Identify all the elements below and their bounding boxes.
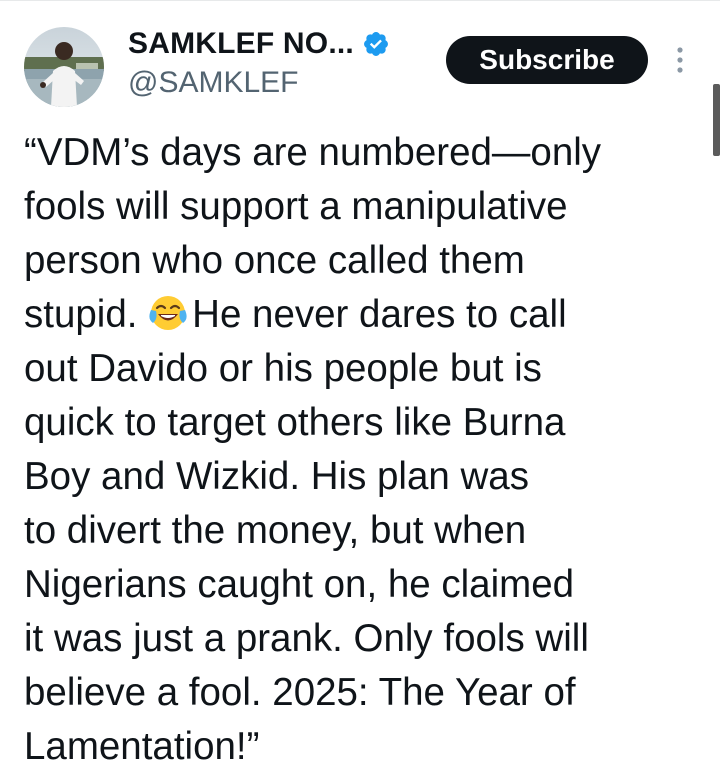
display-name[interactable]: SAMKLEF NO... bbox=[128, 27, 354, 61]
tweet-line: it was just a prank. Only fools will bbox=[24, 617, 589, 660]
tweet-line-with-emoji: stupid. He never dares to call bbox=[24, 288, 694, 342]
tweet-line: believe a fool. 2025: The Year of bbox=[24, 671, 576, 714]
handle[interactable]: @SAMKLEF bbox=[128, 66, 390, 100]
tweet-line: Lamentation!” bbox=[24, 725, 260, 768]
avatar[interactable] bbox=[24, 27, 104, 107]
tweet-line: to divert the money, but when bbox=[24, 509, 527, 552]
tweet-line-segment: stupid. bbox=[24, 293, 138, 336]
tweet-line: fools will support a manipulative bbox=[24, 185, 568, 228]
more-options-icon[interactable] bbox=[670, 44, 690, 76]
tweet-header: SAMKLEF NO... @SAMKLEF Subscribe bbox=[0, 0, 720, 120]
tweet-line: “VDM’s days are numbered—only bbox=[24, 131, 602, 174]
tweet-line-segment: He never dares to call bbox=[192, 293, 567, 336]
tweet-line: quick to target others like Burna bbox=[24, 401, 566, 444]
scrollbar-thumb[interactable] bbox=[713, 84, 720, 156]
verified-badge-icon bbox=[362, 30, 390, 58]
subscribe-button[interactable]: Subscribe bbox=[446, 36, 648, 84]
tweet-text: “VDM’s days are numbered—only fools will… bbox=[24, 126, 694, 774]
tweet-line: Nigerians caught on, he claimed bbox=[24, 563, 575, 606]
tweet-line: Boy and Wizkid. His plan was bbox=[24, 455, 529, 498]
tweet-line: out Davido or his people but is bbox=[24, 347, 542, 390]
avatar-photo bbox=[24, 27, 104, 107]
account-info: SAMKLEF NO... @SAMKLEF bbox=[128, 24, 390, 100]
face-with-tears-of-joy-icon bbox=[149, 296, 187, 330]
tweet-line: person who once called them bbox=[24, 239, 525, 282]
display-name-row: SAMKLEF NO... bbox=[128, 24, 390, 64]
